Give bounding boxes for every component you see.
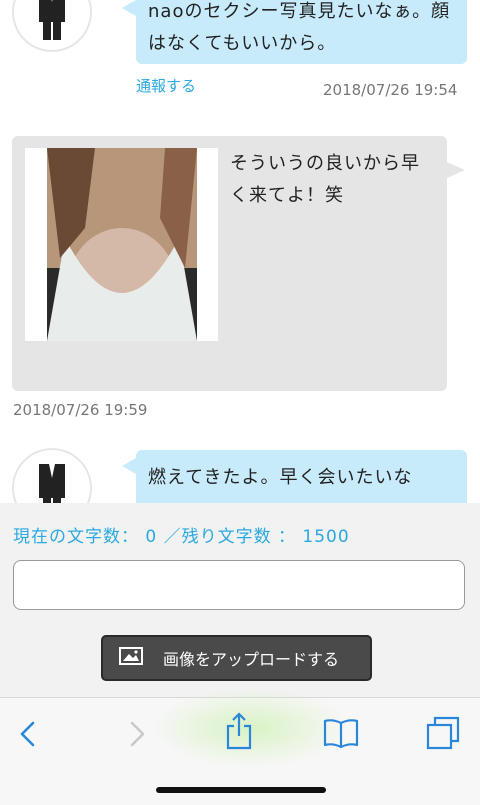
forward-icon[interactable] xyxy=(126,720,148,752)
message-text: はなくてもいいから。 xyxy=(148,33,337,54)
browser-toolbar xyxy=(0,688,480,805)
message-text: く来てよ！笑 xyxy=(230,185,344,206)
message-bubble: naoのセクシー写真見たいなぁ。顔 はなくてもいいから。 xyxy=(122,0,467,64)
bookmarks-icon[interactable] xyxy=(323,718,359,752)
message-text: 燃えてきたよ。早く会いたいな xyxy=(148,467,413,488)
char-count: 現在の文字数： 0 ／残り文字数 ： 1500 xyxy=(13,527,350,547)
upload-label: 画像をアップロードする xyxy=(163,650,340,669)
image-icon xyxy=(119,647,143,669)
home-indicator[interactable] xyxy=(156,787,326,793)
share-icon[interactable] xyxy=(225,712,253,754)
upload-image-button[interactable]: 画像をアップロードする xyxy=(101,635,372,681)
tabs-icon[interactable] xyxy=(426,716,460,754)
back-icon[interactable] xyxy=(17,720,39,752)
message-text: そういうの良いから早 xyxy=(230,153,420,174)
attached-photo[interactable] xyxy=(25,148,218,348)
message-text: naoのセクシー写真見たいなぁ。顔 xyxy=(148,1,451,22)
avatar xyxy=(14,0,90,50)
message-timestamp: 2018/07/26 19:54 xyxy=(323,81,458,99)
message-input[interactable] xyxy=(13,560,465,610)
message-bubble: そういうの良いから早 く来てよ！笑 xyxy=(12,136,465,391)
message-composer: 現在の文字数： 0 ／残り文字数 ： 1500 画像をアップロードする xyxy=(0,503,480,697)
message-bubble: 燃えてきたよ。早く会いたいな xyxy=(122,450,467,510)
report-link[interactable]: 通報する xyxy=(136,75,196,96)
message-timestamp: 2018/07/26 19:59 xyxy=(13,401,148,419)
